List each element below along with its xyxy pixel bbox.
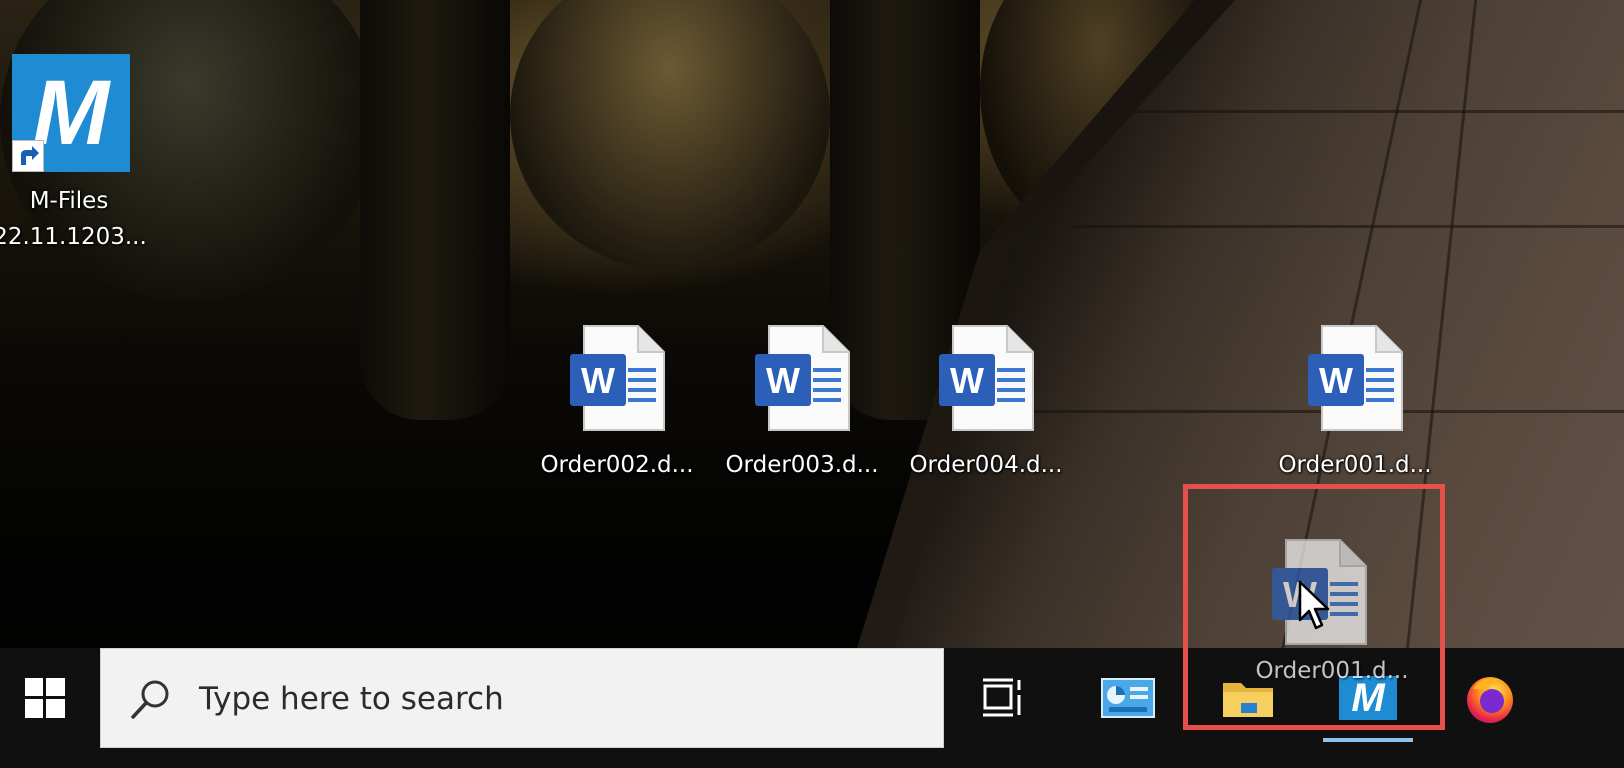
svg-text:W: W [950,360,984,401]
taskbar-control-panel[interactable] [1083,648,1173,748]
start-button[interactable] [0,648,90,748]
svg-text:W: W [766,360,800,401]
wallpaper-tile-line [1130,110,1624,113]
desktop-icon-label: Order004.d... [909,452,1063,478]
word-doc-icon: W [755,324,851,432]
active-app-indicator [1323,738,1413,742]
m-files-icon: M [12,54,130,172]
desktop-icon-label: Order001.d... [1278,452,1432,478]
search-box[interactable]: Type here to search [100,648,944,748]
desktop-icon-m-files[interactable]: M M-Files 22.11.1203... [0,54,147,254]
wallpaper-pillar [360,0,510,420]
word-doc-icon: W [939,324,1035,432]
desktop-icon-label: Order002.d... [540,452,694,478]
svg-text:W: W [1319,360,1353,401]
desktop-icon-order002[interactable]: W Order002.d... [540,324,694,484]
taskbar-firefox[interactable] [1445,648,1535,748]
desktop-icon-order003[interactable]: W Order003.d... [725,324,879,484]
desktop-icon-label: Order003.d... [725,452,879,478]
firefox-icon [1467,677,1513,723]
windows-logo-icon [25,678,65,718]
taskbar-task-view[interactable] [958,648,1048,748]
drag-ghost-label: Order001.d... [1255,658,1409,684]
word-doc-icon: W [570,324,666,432]
svg-text:W: W [581,360,615,401]
shortcut-arrow-icon [12,140,44,172]
search-icon [131,680,169,719]
word-doc-icon: W [1308,324,1404,432]
task-view-icon [983,678,1021,717]
desktop-icon-order001[interactable]: W Order001.d... [1278,324,1432,484]
mouse-pointer-icon [1298,580,1330,630]
desktop-icon-label: M-Files [29,188,109,214]
wallpaper-tile-line [1070,225,1624,228]
control-panel-icon [1101,678,1155,718]
search-placeholder: Type here to search [199,681,504,717]
desktop-icon-label: 22.11.1203... [0,224,147,250]
desktop-icon-order004[interactable]: W Order004.d... [909,324,1063,484]
